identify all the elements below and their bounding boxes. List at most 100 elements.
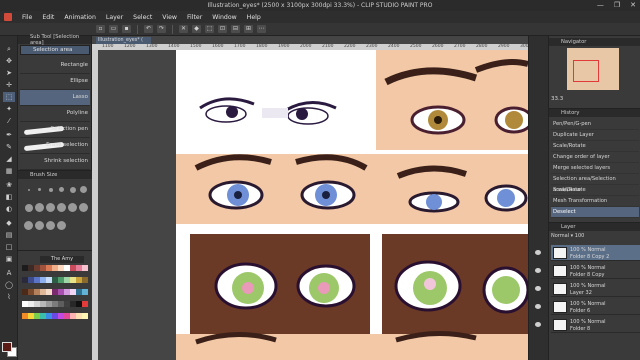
visibility-eye-icon[interactable]	[535, 322, 541, 327]
fill-icon[interactable]: ◆	[192, 25, 201, 33]
selection-area-icon[interactable]: ⬚	[3, 92, 15, 102]
clear-icon[interactable]: ✕	[179, 25, 188, 33]
navigator-view-frame[interactable]	[573, 60, 599, 82]
pencil-icon[interactable]: ✎	[3, 142, 15, 152]
layer-row[interactable]: 100 % Normal Folder 8	[535, 317, 640, 333]
history-item[interactable]: Scale/Rotate	[551, 141, 639, 152]
brush-size-preset[interactable]	[38, 188, 41, 191]
zoom-icon[interactable]: ⌕	[3, 44, 15, 54]
brush-size-preset[interactable]	[79, 203, 88, 212]
layer-row[interactable]: 100 % Normal Layer 32	[535, 281, 640, 297]
menu-window[interactable]: Window	[212, 14, 236, 21]
brush-size-preset[interactable]	[57, 221, 66, 230]
subtool-polyline[interactable]: Polyline	[20, 106, 90, 122]
menu-edit[interactable]: Edit	[42, 14, 54, 21]
maximize-button[interactable]: ❐	[614, 1, 620, 9]
snap-icon[interactable]: ⊞	[244, 25, 253, 33]
color-swatch[interactable]	[82, 265, 88, 271]
menu-select[interactable]: Select	[133, 14, 152, 21]
undo-icon[interactable]: ↶	[144, 25, 153, 33]
brush-size-preset[interactable]	[69, 186, 76, 193]
history-item[interactable]: Selection area/Selection area/Lasso	[551, 174, 639, 193]
frame-border-icon[interactable]: ▣	[3, 254, 15, 264]
fill-tool-icon[interactable]: ◆	[3, 218, 15, 228]
history-item[interactable]: Pen/Pen/G-pen	[551, 119, 639, 130]
document-tab[interactable]: Illustration_eyes* (	[96, 37, 151, 44]
ruler-icon[interactable]: ⋯	[257, 25, 266, 33]
menu-layer[interactable]: Layer	[106, 14, 123, 21]
history-item[interactable]: Deselect	[551, 207, 639, 218]
color-swatch[interactable]	[82, 313, 88, 319]
subtool-shrink-selection[interactable]: Shrink selection	[20, 154, 90, 170]
airbrush-icon[interactable]: ▦	[3, 166, 15, 176]
brush-size-preset[interactable]	[24, 203, 33, 212]
menu-file[interactable]: File	[22, 14, 32, 21]
brush-size-preset[interactable]	[57, 203, 66, 212]
decoration-icon[interactable]: ❀	[3, 180, 15, 190]
subtool-selection-pen[interactable]: Selection pen	[20, 122, 90, 138]
layer-row[interactable]: 100 % Normal Folder 8 Copy 2	[535, 245, 640, 261]
text-icon[interactable]: A	[3, 268, 15, 278]
color-swatch[interactable]	[82, 277, 88, 283]
canvas-paper[interactable]	[176, 50, 528, 360]
menu-help[interactable]: Help	[247, 14, 261, 21]
brush-size-preset[interactable]	[35, 203, 44, 212]
history-item[interactable]: Duplicate Layer	[551, 130, 639, 141]
history-item[interactable]: Scale/Rotate	[551, 185, 639, 196]
deselect-icon[interactable]: ⊡	[218, 25, 227, 33]
subtool-group-tab[interactable]: Selection area	[20, 45, 90, 55]
layer-row[interactable]: 100 % Normal Folder 6	[535, 299, 640, 315]
subtool-erase-selection[interactable]: Erase selection	[20, 138, 90, 154]
subtool-rectangle[interactable]: Rectangle	[20, 58, 90, 74]
history-item[interactable]: Change order of layer	[551, 152, 639, 163]
figure-icon[interactable]: □	[3, 242, 15, 252]
gradient-icon[interactable]: ▤	[3, 230, 15, 240]
foreground-color-swatch[interactable]	[2, 342, 12, 352]
brush-size-preset[interactable]	[68, 203, 77, 212]
open-file-icon[interactable]: ▭	[109, 25, 118, 33]
auto-select-icon[interactable]: ✦	[3, 104, 15, 114]
subtool-ellipse[interactable]: Ellipse	[20, 74, 90, 90]
color-swatch[interactable]	[82, 289, 88, 295]
subtool-lasso[interactable]: Lasso	[20, 90, 90, 106]
invert-selection-icon[interactable]: ⊟	[231, 25, 240, 33]
correct-line-icon[interactable]: ⌇	[3, 292, 15, 302]
eyedropper-icon[interactable]: ⁄	[3, 116, 15, 126]
balloon-icon[interactable]: ◯	[3, 280, 15, 290]
brush-size-preset[interactable]	[46, 221, 55, 230]
move-layer-icon[interactable]: ✛	[3, 80, 15, 90]
brush-size-preset[interactable]	[48, 187, 53, 192]
menu-filter[interactable]: Filter	[187, 14, 202, 21]
eraser-icon[interactable]: ◧	[3, 192, 15, 202]
pen-icon[interactable]: ✒	[3, 130, 15, 140]
operation-icon[interactable]: ➤	[3, 68, 15, 78]
brush-icon[interactable]: ◢	[3, 154, 15, 164]
color-swatch[interactable]	[82, 301, 88, 307]
color-set-title[interactable]: The Amy	[40, 256, 84, 263]
brush-size-preset[interactable]	[59, 187, 64, 192]
menu-view[interactable]: View	[162, 14, 177, 21]
brush-size-preset[interactable]	[80, 186, 87, 193]
brush-size-preset[interactable]	[35, 221, 44, 230]
brush-size-preset[interactable]	[46, 203, 55, 212]
save-icon[interactable]: ▪	[122, 25, 131, 33]
visibility-eye-icon[interactable]	[535, 268, 541, 273]
canvas-area[interactable]: Illustration_eyes* ( 1100 1200 1300 1400 150…	[92, 36, 528, 360]
visibility-eye-icon[interactable]	[535, 286, 541, 291]
visibility-eye-icon[interactable]	[535, 250, 541, 255]
new-file-icon[interactable]: ▫	[96, 25, 105, 33]
redo-icon[interactable]: ↷	[157, 25, 166, 33]
zoom-readout[interactable]: 33.3	[551, 96, 563, 102]
brush-size-preset[interactable]	[27, 188, 30, 191]
menu-animation[interactable]: Animation	[64, 14, 96, 21]
history-item[interactable]: Merge selected layers	[551, 163, 639, 174]
layer-row[interactable]: 100 % Normal Folder 8 Copy	[535, 263, 640, 279]
history-item[interactable]: Mesh Transformation	[551, 196, 639, 207]
close-button[interactable]: ✕	[630, 1, 636, 9]
minimize-button[interactable]: —	[597, 1, 604, 9]
visibility-eye-icon[interactable]	[535, 304, 541, 309]
blend-icon[interactable]: ◐	[3, 204, 15, 214]
blend-mode-select[interactable]: Normal ▾ 100	[551, 233, 584, 239]
transform-icon[interactable]: ⬚	[205, 25, 214, 33]
brush-size-preset[interactable]	[24, 221, 33, 230]
